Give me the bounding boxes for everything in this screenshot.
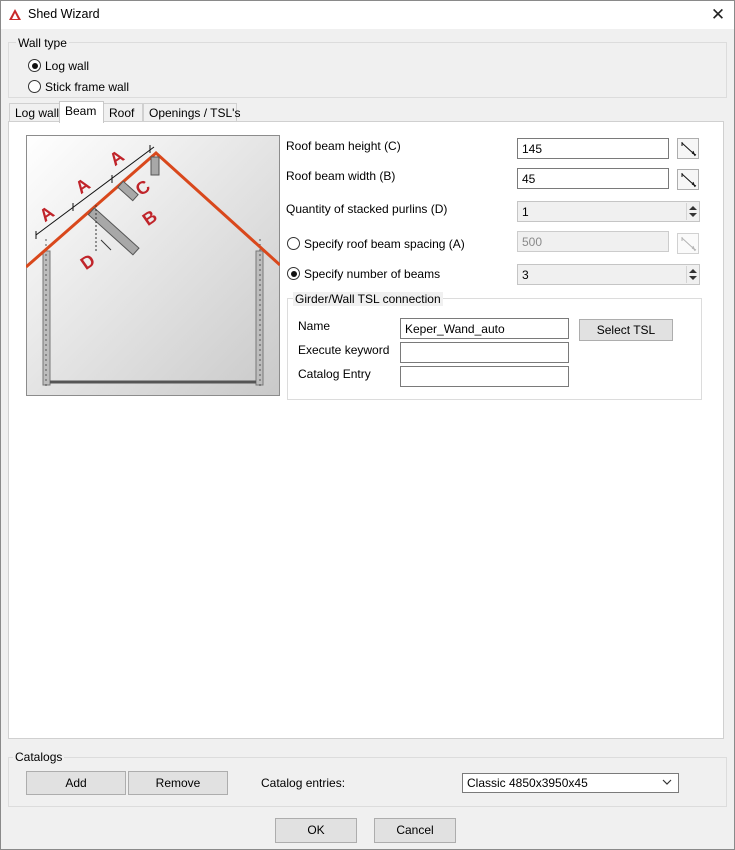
ok-button[interactable]: OK [275, 818, 357, 843]
tsl-name-label: Name [298, 319, 331, 333]
execute-keyword-input[interactable] [400, 342, 569, 363]
stacked-purlins-spinner[interactable] [686, 203, 699, 220]
pick-distance-icon [681, 142, 697, 157]
roof-beam-height-label: Roof beam height (C) [286, 139, 401, 153]
stick-frame-wall-label[interactable]: Stick frame wall [45, 80, 129, 94]
catalogs-legend: Catalogs [13, 750, 65, 764]
tsl-connection-legend: Girder/Wall TSL connection [293, 292, 443, 306]
title-bar: Shed Wizard ✕ [1, 1, 734, 29]
catalog-entries-value: Classic 4850x3950x45 [467, 776, 588, 790]
wall-type-legend: Wall type [16, 36, 69, 50]
stick-frame-wall-radio[interactable] [28, 80, 41, 93]
stacked-purlins-input[interactable]: 1 [517, 201, 700, 222]
spin-up-icon[interactable] [689, 206, 697, 210]
tab-openings-tsls[interactable]: Openings / TSL's [143, 103, 240, 122]
chevron-down-icon [662, 779, 672, 785]
pick-distance-icon [681, 237, 697, 252]
catalog-entries-label: Catalog entries: [261, 776, 346, 790]
spacing-label[interactable]: Specify roof beam spacing (A) [304, 237, 465, 251]
remove-catalog-button[interactable]: Remove [128, 771, 228, 795]
stacked-purlins-label: Quantity of stacked purlins (D) [286, 202, 448, 216]
number-of-beams-radio[interactable] [287, 267, 300, 280]
execute-keyword-label: Execute keyword [298, 343, 390, 357]
roof-beam-height-input[interactable]: 145 [517, 138, 669, 159]
pick-spacing-button[interactable] [677, 233, 699, 254]
spin-down-icon[interactable] [689, 276, 697, 280]
catalog-entry-input[interactable] [400, 366, 569, 387]
ridge-purlin [150, 156, 160, 176]
number-of-beams-spinner[interactable] [686, 266, 699, 283]
close-icon[interactable]: ✕ [707, 4, 729, 26]
catalog-entries-select[interactable]: Classic 4850x3950x45 [462, 773, 679, 793]
tab-beam[interactable]: Beam [59, 101, 104, 123]
number-of-beams-input[interactable]: 3 [517, 264, 700, 285]
roof-beam-width-label: Roof beam width (B) [286, 169, 396, 183]
tab-roof[interactable]: Roof [103, 103, 143, 122]
spin-down-icon[interactable] [689, 213, 697, 217]
pick-width-button[interactable] [677, 169, 699, 190]
add-catalog-button[interactable]: Add [26, 771, 126, 795]
spacing-radio[interactable] [287, 237, 300, 250]
window-title: Shed Wizard [28, 7, 100, 21]
select-tsl-button[interactable]: Select TSL [579, 319, 673, 341]
log-wall-label[interactable]: Log wall [45, 59, 89, 73]
app-logo-icon [9, 9, 21, 20]
catalog-entry-label: Catalog Entry [298, 367, 371, 381]
roof-beam-spacing-input[interactable]: 500 [517, 231, 669, 252]
cancel-button[interactable]: Cancel [374, 818, 456, 843]
shed-wizard-window: Shed Wizard ✕ Wall type Log wall Stick f… [0, 0, 735, 850]
roof-beam-width-input[interactable]: 45 [517, 168, 669, 189]
tab-log-wall[interactable]: Log wall [9, 103, 60, 122]
spin-up-icon[interactable] [689, 269, 697, 273]
log-wall-radio[interactable] [28, 59, 41, 72]
pick-height-button[interactable] [677, 138, 699, 159]
number-of-beams-label[interactable]: Specify number of beams [304, 267, 440, 281]
roof-beam-diagram: A A A B C D [26, 135, 280, 396]
pick-distance-icon [681, 173, 697, 188]
tsl-name-input[interactable]: Keper_Wand_auto [400, 318, 569, 339]
